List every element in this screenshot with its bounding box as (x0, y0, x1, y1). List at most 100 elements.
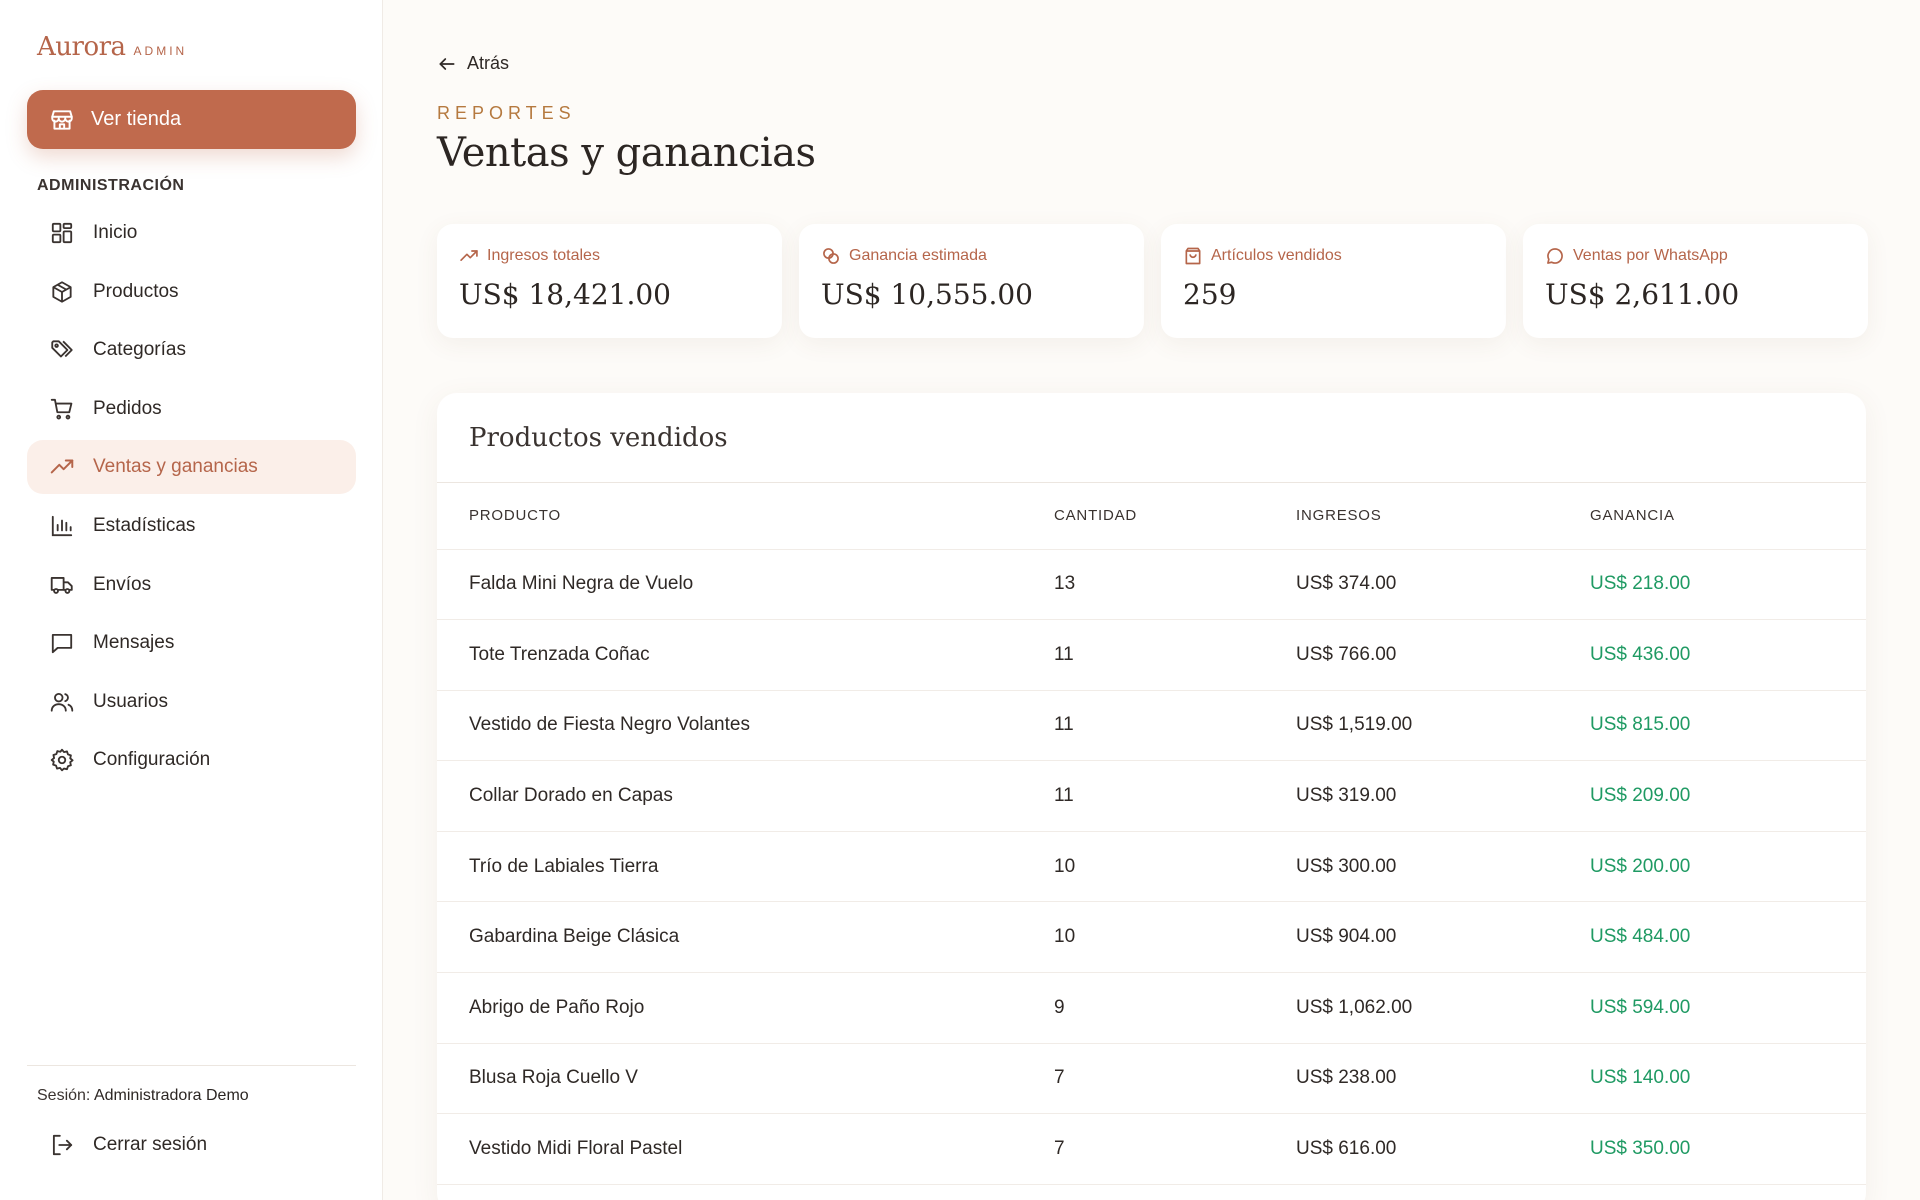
sidebar-item-label: Pedidos (93, 397, 162, 419)
sidebar-divider (27, 1065, 356, 1066)
stat-value: US$ 18,421.00 (459, 278, 671, 311)
sidebar-item-label: Productos (93, 280, 179, 302)
revenue-cell: US$ 238.00 (1296, 1043, 1590, 1115)
stat-label-text: Artículos vendidos (1211, 247, 1342, 264)
quantity-cell: 7 (1054, 1043, 1296, 1115)
sidebar-item-inicio[interactable]: Inicio (27, 206, 356, 260)
page-title: Ventas y ganancias (437, 130, 816, 176)
quantity-cell: 13 (1054, 549, 1296, 621)
sidebar-item-envios[interactable]: Envíos (27, 558, 356, 612)
column-header-quantity[interactable]: CANTIDAD (1054, 483, 1296, 550)
message-icon (51, 634, 73, 654)
profit-cell: US$ 436.00 (1590, 619, 1866, 691)
stat-label-text: Ingresos totales (487, 247, 600, 264)
product-name-cell: Collar Dorado en Capas (437, 760, 1054, 832)
sidebar-item-ventas[interactable]: Ventas y ganancias (27, 440, 356, 495)
sidebar-item-configuracion[interactable]: Configuración (27, 733, 356, 787)
profit-cell: US$ 209.00 (1590, 760, 1866, 832)
quantity-cell: 10 (1054, 901, 1296, 974)
profit-cell: US$ 218.00 (1590, 549, 1866, 621)
column-header-revenue[interactable]: INGRESOS (1296, 483, 1590, 550)
bag-icon (1185, 247, 1201, 265)
trending-up-icon (50, 459, 74, 474)
chat-bubble-icon (1547, 248, 1563, 264)
products-sold-card: Productos vendidos PRODUCTO CANTIDAD ING… (437, 393, 1866, 1200)
brand-name: Aurora (37, 32, 126, 62)
sidebar-item-pedidos[interactable]: Pedidos (27, 382, 356, 436)
table-row[interactable]: Gabardina Beige Clásica 10 US$ 904.00 US$ 4… (437, 901, 1866, 974)
product-name-cell: Trío de Labiales Tierra (437, 831, 1054, 903)
stat-label: Ingresos totales (459, 246, 760, 266)
cart-icon (50, 398, 73, 420)
products-sold-table: PRODUCTO CANTIDAD INGRESOS GANANCIA Fald… (437, 483, 1866, 1185)
table-row[interactable]: Tote Trenzada Coñac 11 US$ 766.00 US$ 436.0… (437, 619, 1866, 691)
users-icon (50, 692, 74, 712)
stat-card-whatsapp: Ventas por WhatsApp US$ 2,611.00 (1523, 224, 1868, 338)
back-link[interactable]: Atrás (437, 53, 509, 74)
table-row[interactable]: Blusa Roja Cuello V 7 US$ 238.00 US$ 140.00 (437, 1043, 1866, 1115)
page-eyebrow: REPORTES (437, 103, 576, 123)
sidebar-item-label: Inicio (93, 222, 138, 243)
session-info: Sesión: Administradora Demo (37, 1087, 249, 1105)
revenue-cell: US$ 374.00 (1296, 549, 1590, 621)
stat-card-profit: Ganancia estimada US$ 10,555.00 (799, 224, 1144, 338)
sidebar-item-label: Mensajes (93, 632, 175, 654)
table-row[interactable]: Collar Dorado en Capas 11 US$ 319.00 US$ 20… (437, 760, 1866, 832)
quantity-cell: 11 (1054, 760, 1296, 832)
grid-icon (51, 222, 73, 244)
table-row[interactable]: Trío de Labiales Tierra 10 US$ 300.00 US$ 2… (437, 831, 1866, 903)
coins-icon (823, 248, 839, 264)
sidebar-item-mensajes[interactable]: Mensajes (27, 616, 356, 670)
sidebar-item-productos[interactable]: Productos (27, 265, 356, 319)
stat-card-items-sold: Artículos vendidos 259 (1161, 224, 1506, 338)
view-store-button[interactable]: Ver tienda (27, 90, 356, 149)
quantity-cell: 11 (1054, 619, 1296, 691)
quantity-cell: 9 (1054, 972, 1296, 1044)
logout-button[interactable]: Cerrar sesión (49, 1132, 207, 1158)
sidebar-item-usuarios[interactable]: Usuarios (27, 675, 356, 729)
product-name-cell: Falda Mini Negra de Vuelo (437, 549, 1054, 621)
table-row[interactable]: Vestido de Fiesta Negro Volantes 11 US$ 1,… (437, 690, 1866, 762)
table-row[interactable]: Abrigo de Paño Rojo 9 US$ 1,062.00 US$ 594.… (437, 972, 1866, 1044)
revenue-cell: US$ 904.00 (1296, 901, 1590, 974)
products-sold-title: Productos vendidos (437, 393, 1866, 483)
sidebar-item-label: Ventas y ganancias (93, 456, 258, 478)
profit-cell: US$ 350.00 (1590, 1113, 1866, 1185)
stat-card-revenue: Ingresos totales US$ 18,421.00 (437, 224, 782, 338)
session-user: Administradora Demo (93, 1087, 249, 1104)
stat-value: 259 (1183, 278, 1237, 311)
profit-cell: US$ 140.00 (1590, 1043, 1866, 1115)
stat-label: Artículos vendidos (1183, 246, 1484, 266)
stats-row: Ingresos totales US$ 18,421.00 Ganancia … (437, 224, 1868, 338)
quantity-cell: 11 (1054, 690, 1296, 762)
store-icon (51, 109, 73, 130)
table-header-row: PRODUCTO CANTIDAD INGRESOS GANANCIA (437, 483, 1866, 550)
column-header-product[interactable]: PRODUCTO (437, 483, 1054, 550)
column-header-profit[interactable]: GANANCIA (1590, 483, 1866, 550)
box-icon (52, 280, 72, 303)
brand-logo[interactable]: Aurora ADMIN (37, 32, 187, 62)
brand-subtitle: ADMIN (133, 44, 188, 58)
product-name-cell: Vestido Midi Floral Pastel (437, 1113, 1054, 1185)
arrow-left-icon (439, 57, 455, 70)
quantity-cell: 10 (1054, 831, 1296, 903)
admin-section-label: ADMINISTRACIÓN (37, 177, 185, 194)
profit-cell: US$ 200.00 (1590, 831, 1866, 903)
sidebar-item-label: Envíos (93, 573, 152, 595)
tags-icon (51, 340, 73, 358)
sidebar-item-estadisticas[interactable]: Estadísticas (27, 499, 356, 553)
view-store-label: Ver tienda (91, 108, 182, 130)
back-label: Atrás (467, 53, 510, 73)
stat-value: US$ 2,611.00 (1545, 278, 1740, 311)
stat-label-text: Ganancia estimada (849, 247, 987, 264)
sidebar-nav: Inicio Productos Categorías Pedidos Vent… (27, 206, 356, 792)
sidebar-item-categorias[interactable]: Categorías (27, 323, 356, 377)
table-row[interactable]: Falda Mini Negra de Vuelo 13 US$ 374.00 US$… (437, 549, 1866, 621)
profit-cell: US$ 815.00 (1590, 690, 1866, 762)
sidebar: Aurora ADMIN Ver tienda ADMINISTRACIÓN I… (0, 0, 383, 1200)
stat-label: Ventas por WhatsApp (1545, 246, 1846, 266)
table-row[interactable]: Vestido Midi Floral Pastel 7 US$ 616.00 US$… (437, 1113, 1866, 1185)
stat-label: Ganancia estimada (821, 246, 1122, 266)
gear-icon (50, 749, 74, 772)
sidebar-item-label: Configuración (93, 749, 211, 771)
